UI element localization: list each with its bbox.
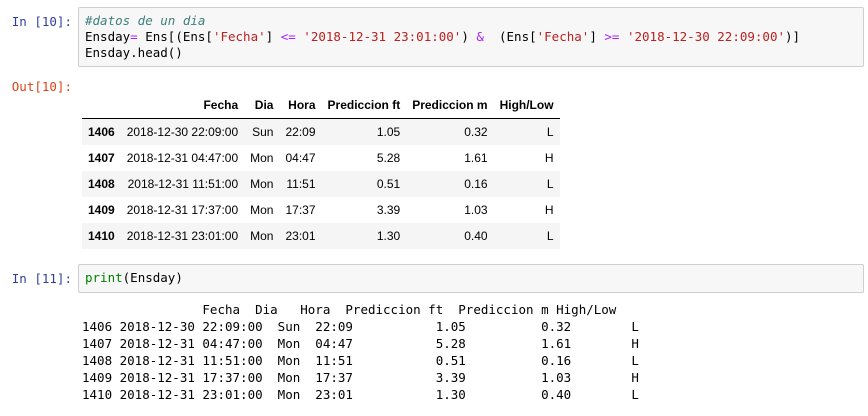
output-line: Fecha Dia Hora Prediccion ft Prediccion … [82,302,617,317]
input-prompt-11: In [11]: [11,271,72,286]
output-prompt-10: Out[10]: [11,79,72,94]
cell-prediccion-ft: 5.28 [376,151,401,165]
cell-prediccion-ft: 1.30 [376,229,401,243]
cell-fecha: 2018-12-31 23:01:00 [126,229,239,243]
cell-high-low: L [546,125,554,139]
cell-prediccion-ft: 3.39 [376,203,401,217]
cell-prediccion-m: 0.16 [464,177,488,191]
column-header-dia: Dia [244,92,280,119]
cell-hora: 23:01 [285,229,316,243]
column-header-high-low: High/Low [493,92,560,119]
cell-high-low: H [544,203,554,217]
dataframe-table: Fecha Dia Hora Prediccion ft Prediccion … [82,92,560,249]
cell-high-low: L [546,229,554,243]
cell-prediccion-m: 1.61 [464,151,488,165]
cell-hora: 11:51 [286,177,316,191]
cell-fecha: 2018-12-31 11:51:00 [127,177,239,191]
output-line: 1409 2018-12-31 17:37:00 Mon 17:37 3.39 … [82,370,639,385]
cell-dia: Mon [250,229,274,243]
code-line-3: Ensday.head() [85,45,183,60]
cell-prediccion-m: 0.32 [464,125,488,139]
column-header-prediccion-m: Prediccion m [406,92,494,119]
column-header-hora: Hora [279,92,322,119]
table-row: 1408 2018-12-31 11:51:00 Mon 11:51 0.51 … [82,171,560,197]
code-builtin-print: print [85,270,123,285]
cell-high-low: L [546,177,554,191]
cell-high-low: H [544,151,554,165]
cell-hora: 22:09 [285,125,316,139]
cell-prediccion-ft: 0.51 [376,177,401,191]
code-comment: #datos de un dia [85,13,206,28]
column-header-index [82,92,121,119]
code-cell-11[interactable]: print(Ensday) [78,264,864,293]
output-line: 1407 2018-12-31 04:47:00 Mon 04:47 5.28 … [82,336,639,351]
table-row: 1406 2018-12-30 22:09:00 Sun 22:09 1.05 … [82,118,560,145]
row-index: 1407 [88,151,115,165]
cell-hora: 04:47 [285,151,316,165]
cell-hora: 17:37 [285,203,316,217]
column-header-fecha: Fecha [120,92,245,119]
cell-dia: Mon [250,177,274,191]
cell-prediccion-m: 0.40 [464,229,488,243]
cell-dia: Mon [250,151,274,165]
cell-fecha: 2018-12-30 22:09:00 [126,125,239,139]
code-cell-10[interactable]: #datos de un dia Ensday= Ens[(Ens['Fecha… [78,7,864,67]
input-prompt-10: In [10]: [11,14,72,29]
output-line: 1408 2018-12-31 11:51:00 Mon 11:51 0.51 … [82,353,639,368]
output-line: 1410 2018-12-31 23:01:00 Mon 23:01 1.30 … [82,387,639,402]
output-line: 1406 2018-12-30 22:09:00 Sun 22:09 1.05 … [82,319,639,334]
code-args: (Ensday) [122,270,183,285]
row-index: 1408 [88,177,115,191]
column-header-prediccion-ft: Prediccion ft [321,92,407,119]
table-row: 1407 2018-12-31 04:47:00 Mon 04:47 5.28 … [82,145,560,171]
row-index: 1406 [88,125,115,139]
table-row: 1410 2018-12-31 23:01:00 Mon 23:01 1.30 … [82,223,560,249]
cell-fecha: 2018-12-31 17:37:00 [126,203,239,217]
print-output: Fecha Dia Hora Prediccion ft Prediccion … [82,301,639,403]
cell-fecha: 2018-12-31 04:47:00 [126,151,239,165]
row-index: 1410 [88,229,115,243]
table-header-row: Fecha Dia Hora Prediccion ft Prediccion … [82,92,560,119]
cell-prediccion-ft: 1.05 [376,125,401,139]
table-row: 1409 2018-12-31 17:37:00 Mon 17:37 3.39 … [82,197,560,223]
cell-dia: Sun [252,125,274,139]
cell-prediccion-m: 1.03 [464,203,488,217]
code-line-2: Ensday= Ens[(Ens['Fecha'] <= '2018-12-31… [85,29,801,44]
cell-dia: Mon [250,203,274,217]
row-index: 1409 [88,203,115,217]
